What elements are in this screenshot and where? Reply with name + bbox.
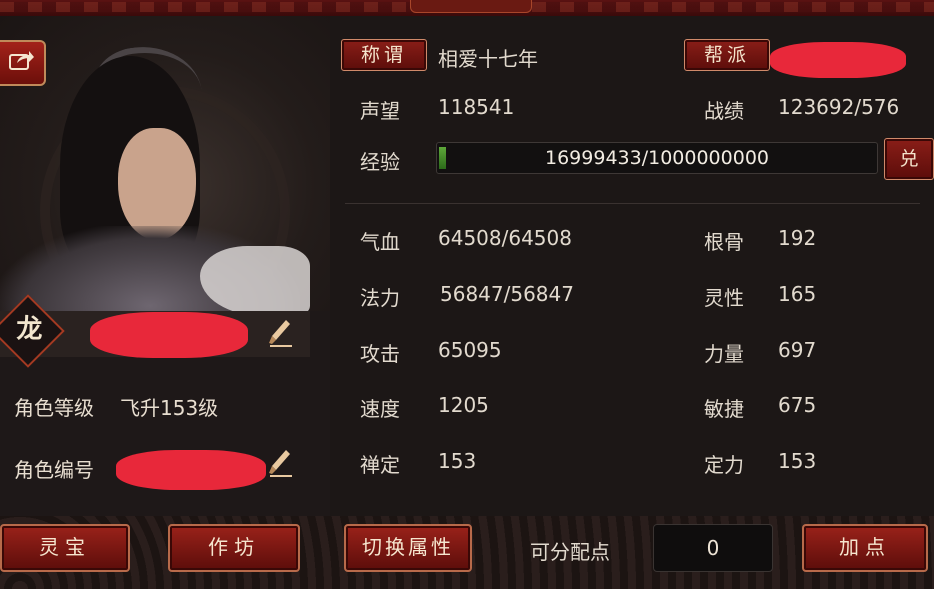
spirit-label: 灵性 — [704, 286, 744, 310]
share-icon — [9, 49, 35, 77]
willpower-label: 定力 — [704, 453, 744, 477]
meditation-value: 153 — [438, 449, 477, 473]
exp-bar: 16999433/1000000000 — [436, 142, 878, 174]
reputation-label: 声望 — [360, 99, 400, 123]
title-plate — [410, 0, 532, 13]
add-points-button[interactable]: 加点 — [802, 524, 928, 572]
constitution-value: 192 — [778, 226, 817, 250]
exchange-button[interactable]: 兑 — [884, 138, 934, 180]
guild-button[interactable]: 帮派 — [684, 39, 770, 71]
record-value: 123692/576 — [778, 95, 900, 119]
workshop-button[interactable]: 作坊 — [168, 524, 300, 572]
reputation-value: 118541 — [438, 95, 515, 119]
dragon-badge-text: 龙 — [16, 314, 43, 345]
divider — [345, 203, 920, 204]
strength-label: 力量 — [704, 342, 744, 366]
hp-label: 气血 — [360, 230, 400, 254]
level-label: 角色等级 — [14, 396, 94, 420]
points-label: 可分配点 — [530, 540, 610, 564]
meditation-label: 禅定 — [360, 453, 400, 477]
strength-value: 697 — [778, 338, 817, 362]
agility-label: 敏捷 — [704, 397, 744, 421]
constitution-label: 根骨 — [704, 230, 744, 254]
speed-label: 速度 — [360, 397, 400, 421]
id-label: 角色编号 — [14, 458, 94, 482]
attack-label: 攻击 — [360, 342, 400, 366]
speed-value: 1205 — [438, 393, 489, 417]
lingbao-button[interactable]: 灵宝 — [0, 524, 130, 572]
mana-label: 法力 — [360, 286, 400, 310]
portrait-feather — [200, 246, 310, 311]
share-button[interactable] — [0, 40, 46, 86]
portrait-face — [118, 128, 196, 240]
redacted-id — [116, 450, 266, 490]
points-value: 0 — [653, 524, 773, 572]
mana-value: 56847/56847 — [440, 282, 574, 306]
brush-icon-id[interactable] — [264, 448, 296, 480]
exp-value: 16999433/1000000000 — [545, 147, 769, 169]
record-label: 战绩 — [704, 99, 744, 123]
level-value: 飞升153级 — [120, 396, 219, 420]
willpower-value: 153 — [778, 449, 817, 473]
agility-value: 675 — [778, 393, 817, 417]
switch-attribute-button[interactable]: 切换属性 — [344, 524, 472, 572]
title-button[interactable]: 称谓 — [341, 39, 427, 71]
redacted-name — [90, 312, 248, 358]
attack-value: 65095 — [438, 338, 502, 362]
title-value: 相爱十七年 — [438, 47, 538, 71]
hp-value: 64508/64508 — [438, 226, 572, 250]
redacted-guild — [770, 42, 906, 78]
spirit-value: 165 — [778, 282, 817, 306]
character-portrait — [0, 16, 330, 311]
exp-label: 经验 — [360, 150, 400, 174]
stats-panel — [330, 16, 934, 516]
brush-icon[interactable] — [264, 318, 296, 350]
